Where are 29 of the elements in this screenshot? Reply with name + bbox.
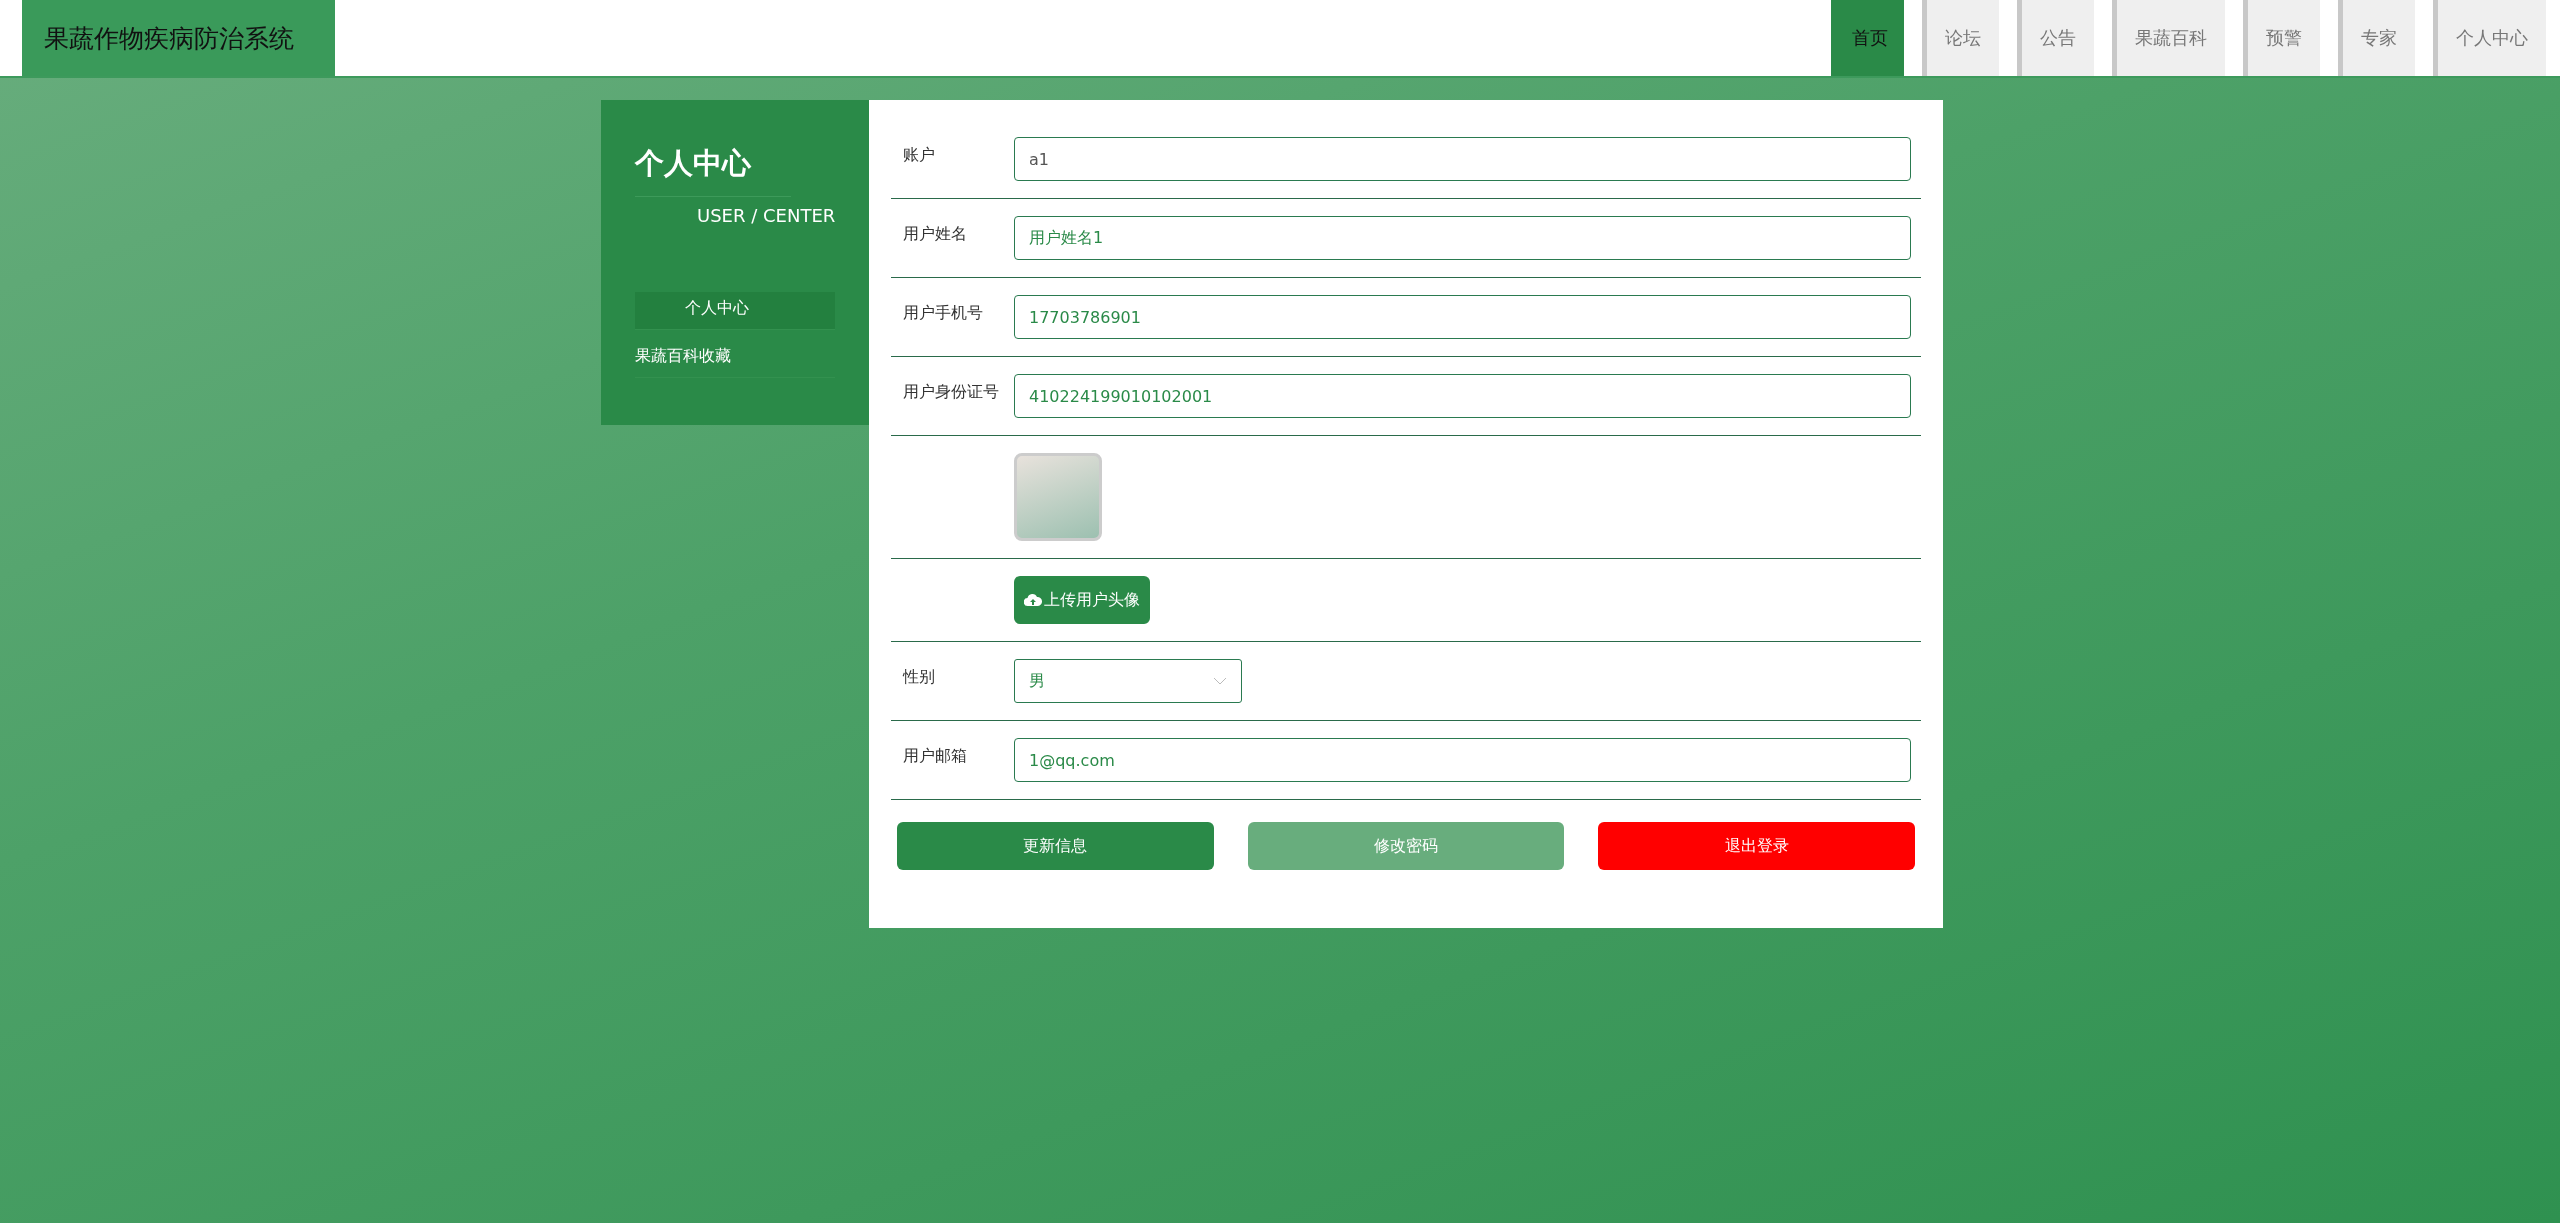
action-button[interactable]: 退出登录 bbox=[1598, 822, 1915, 870]
select-field[interactable]: 男 bbox=[1014, 659, 1242, 703]
field-label: 用户身份证号 bbox=[902, 382, 1000, 403]
cloud-upload-icon bbox=[1024, 593, 1042, 607]
nav-tab[interactable]: 专家 bbox=[2338, 0, 2415, 76]
field-label: 性别 bbox=[901, 667, 936, 688]
sidebar-item[interactable]: 果蔬百科收藏 bbox=[635, 346, 835, 378]
sidebar-item[interactable]: 个人中心 bbox=[635, 292, 835, 330]
text-field[interactable]: 用户姓名1 bbox=[1014, 216, 1911, 260]
chevron-down-icon bbox=[1213, 677, 1227, 685]
field-label: 账户 bbox=[902, 145, 936, 166]
nav-tab[interactable]: 首页 bbox=[1831, 0, 1904, 76]
upload-button[interactable]: 上传用户头像 bbox=[1014, 576, 1150, 624]
text-field[interactable]: 17703786901 bbox=[1014, 295, 1911, 339]
field-label: 用户手机号 bbox=[902, 303, 984, 324]
action-button[interactable]: 更新信息 bbox=[897, 822, 1214, 870]
field-label: 用户姓名 bbox=[902, 224, 968, 245]
site-title: 果蔬作物疾病防治系统 bbox=[22, 0, 335, 76]
sidebar-title: 个人中心 bbox=[635, 144, 791, 197]
action-button[interactable]: 修改密码 bbox=[1247, 822, 1565, 870]
nav-tab[interactable]: 果蔬百科 bbox=[2112, 0, 2225, 76]
nav-tab[interactable]: 论坛 bbox=[1922, 0, 1999, 76]
sidebar-subtitle: USER / CENTER bbox=[697, 205, 836, 226]
text-field[interactable]: 410224199010102001 bbox=[1014, 374, 1911, 418]
text-field[interactable]: 1@qq.com bbox=[1014, 738, 1911, 782]
nav-tab[interactable]: 公告 bbox=[2017, 0, 2094, 76]
nav-tab[interactable]: 个人中心 bbox=[2433, 0, 2546, 76]
nav-tab[interactable]: 预警 bbox=[2243, 0, 2320, 76]
field-label: 用户邮箱 bbox=[902, 746, 968, 767]
